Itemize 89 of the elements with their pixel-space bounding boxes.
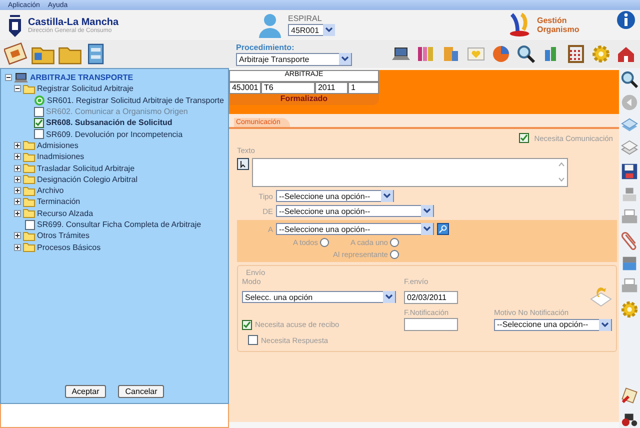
folder-icon (23, 140, 35, 150)
folder-icon (23, 208, 35, 218)
procedure-label: Procedimiento: (236, 42, 296, 52)
tree-root[interactable]: ARBITRAJE TRANSPORTE (30, 73, 134, 82)
record-cell: 2011 (314, 82, 348, 94)
expand-icon[interactable] (14, 142, 21, 149)
paperclip-icon[interactable] (620, 231, 639, 250)
gear-icon[interactable] (620, 300, 639, 319)
checkbox[interactable] (519, 133, 530, 143)
expand-icon[interactable] (14, 244, 21, 251)
caret-icon (420, 223, 433, 235)
reason-dropdown[interactable]: --Seleccione una opción-- (494, 318, 612, 330)
house-icon[interactable] (616, 44, 636, 64)
scrollbar[interactable] (556, 160, 566, 184)
record-cell: T6 (260, 82, 315, 94)
caret-icon (598, 318, 611, 330)
folder-icon (23, 230, 35, 241)
mode-dropdown[interactable]: Selecc. una opción (242, 291, 396, 303)
expand-icon[interactable] (14, 164, 21, 172)
checkbox[interactable] (242, 320, 252, 330)
folder-icon (23, 163, 35, 174)
books-icon[interactable] (416, 44, 436, 64)
tree-item[interactable]: SR601. Registrar Solicitud Arbitraje de Transporte (47, 96, 224, 105)
dialog-button[interactable]: Cancelar (118, 385, 164, 398)
folder-icon (23, 174, 35, 184)
radio-button[interactable] (390, 238, 399, 247)
expand-icon[interactable] (14, 187, 21, 194)
record-cell: 45J001 (228, 82, 261, 94)
recipient-dropdown[interactable]: --Seleccione una opción-- (276, 223, 434, 235)
magnifier-icon[interactable] (516, 44, 536, 64)
caret-icon (420, 205, 433, 217)
certificate-icon[interactable] (4, 42, 28, 66)
checkbox[interactable] (34, 118, 44, 128)
collapse-icon[interactable] (5, 74, 12, 82)
tree-item[interactable]: Recurso Alzada (37, 208, 94, 218)
tree-item[interactable]: Designación Colegio Arbitral (37, 174, 138, 184)
collapse-icon[interactable] (14, 85, 21, 92)
caret-icon (339, 53, 351, 65)
shield-icon (8, 12, 22, 38)
from-dropdown[interactable]: --Seleccione una opción-- (276, 205, 434, 217)
notification-date-field[interactable] (404, 318, 458, 331)
folder-icon (23, 196, 35, 207)
box-icon[interactable] (441, 44, 461, 64)
tree-item[interactable]: Procesos Básicos (37, 242, 101, 252)
tree-item[interactable]: Admisiones (37, 140, 78, 150)
gear-icon[interactable] (591, 44, 611, 64)
expand-icon[interactable] (14, 232, 21, 240)
tree-item[interactable]: SR609. Devolución por Incompetencia (46, 130, 183, 139)
record-status: Formalizado (279, 94, 329, 103)
tree-item[interactable]: Otros Trámites (37, 231, 90, 240)
radio-button[interactable] (320, 238, 329, 247)
module-name: Gestión Organismo (536, 16, 580, 34)
logo-title: Castilla-La Mancha (28, 16, 119, 28)
user-label: ESPIRAL (288, 14, 323, 23)
user-icon (258, 12, 282, 38)
record-cell: 1 (348, 82, 379, 94)
laptop-icon (14, 72, 28, 83)
tree-item[interactable]: Trasladar Solicitud Arbitraje (37, 164, 135, 173)
tree-item[interactable]: SR699. Consultar Ficha Completa de Arbitraje (37, 220, 202, 229)
caret-icon (323, 24, 336, 36)
caret-icon (382, 291, 395, 303)
expand-icon[interactable] (14, 210, 21, 217)
expand-icon[interactable] (14, 198, 21, 206)
tree-item[interactable]: Terminación (37, 197, 80, 206)
magnifier-icon[interactable] (620, 70, 639, 89)
folder-icon (23, 186, 35, 196)
tree-item[interactable]: Inadmisiones (37, 152, 84, 162)
date-field[interactable]: 02/03/2011 (404, 290, 458, 304)
caret-icon (380, 190, 393, 202)
checkbox[interactable] (34, 129, 44, 140)
folder-icon (23, 152, 35, 162)
tree-item[interactable]: SR608. Subsanación de Solicitud (46, 118, 172, 128)
radio-button[interactable] (390, 250, 399, 259)
search-icon[interactable] (436, 223, 449, 235)
checkbox[interactable] (25, 220, 35, 230)
expand-icon[interactable] (14, 176, 21, 183)
folder-icon (23, 84, 35, 94)
pointer-icon[interactable] (236, 158, 249, 170)
folder-icon (23, 242, 35, 252)
tree-item[interactable]: Archivo (37, 186, 64, 196)
user-dropdown[interactable]: 45R001 (288, 24, 334, 36)
tree-item[interactable]: Registrar Solicitud Arbitraje (37, 84, 134, 94)
dialog-button[interactable]: Aceptar (64, 385, 106, 398)
info-icon[interactable] (616, 10, 636, 30)
expand-icon[interactable] (14, 153, 21, 160)
checkbox[interactable] (248, 335, 258, 345)
leaf-logo-icon (508, 12, 531, 38)
type-dropdown[interactable]: --Seleccione una opción-- (276, 190, 394, 202)
procedure-dropdown[interactable]: Arbitraje Transporte (236, 52, 352, 66)
